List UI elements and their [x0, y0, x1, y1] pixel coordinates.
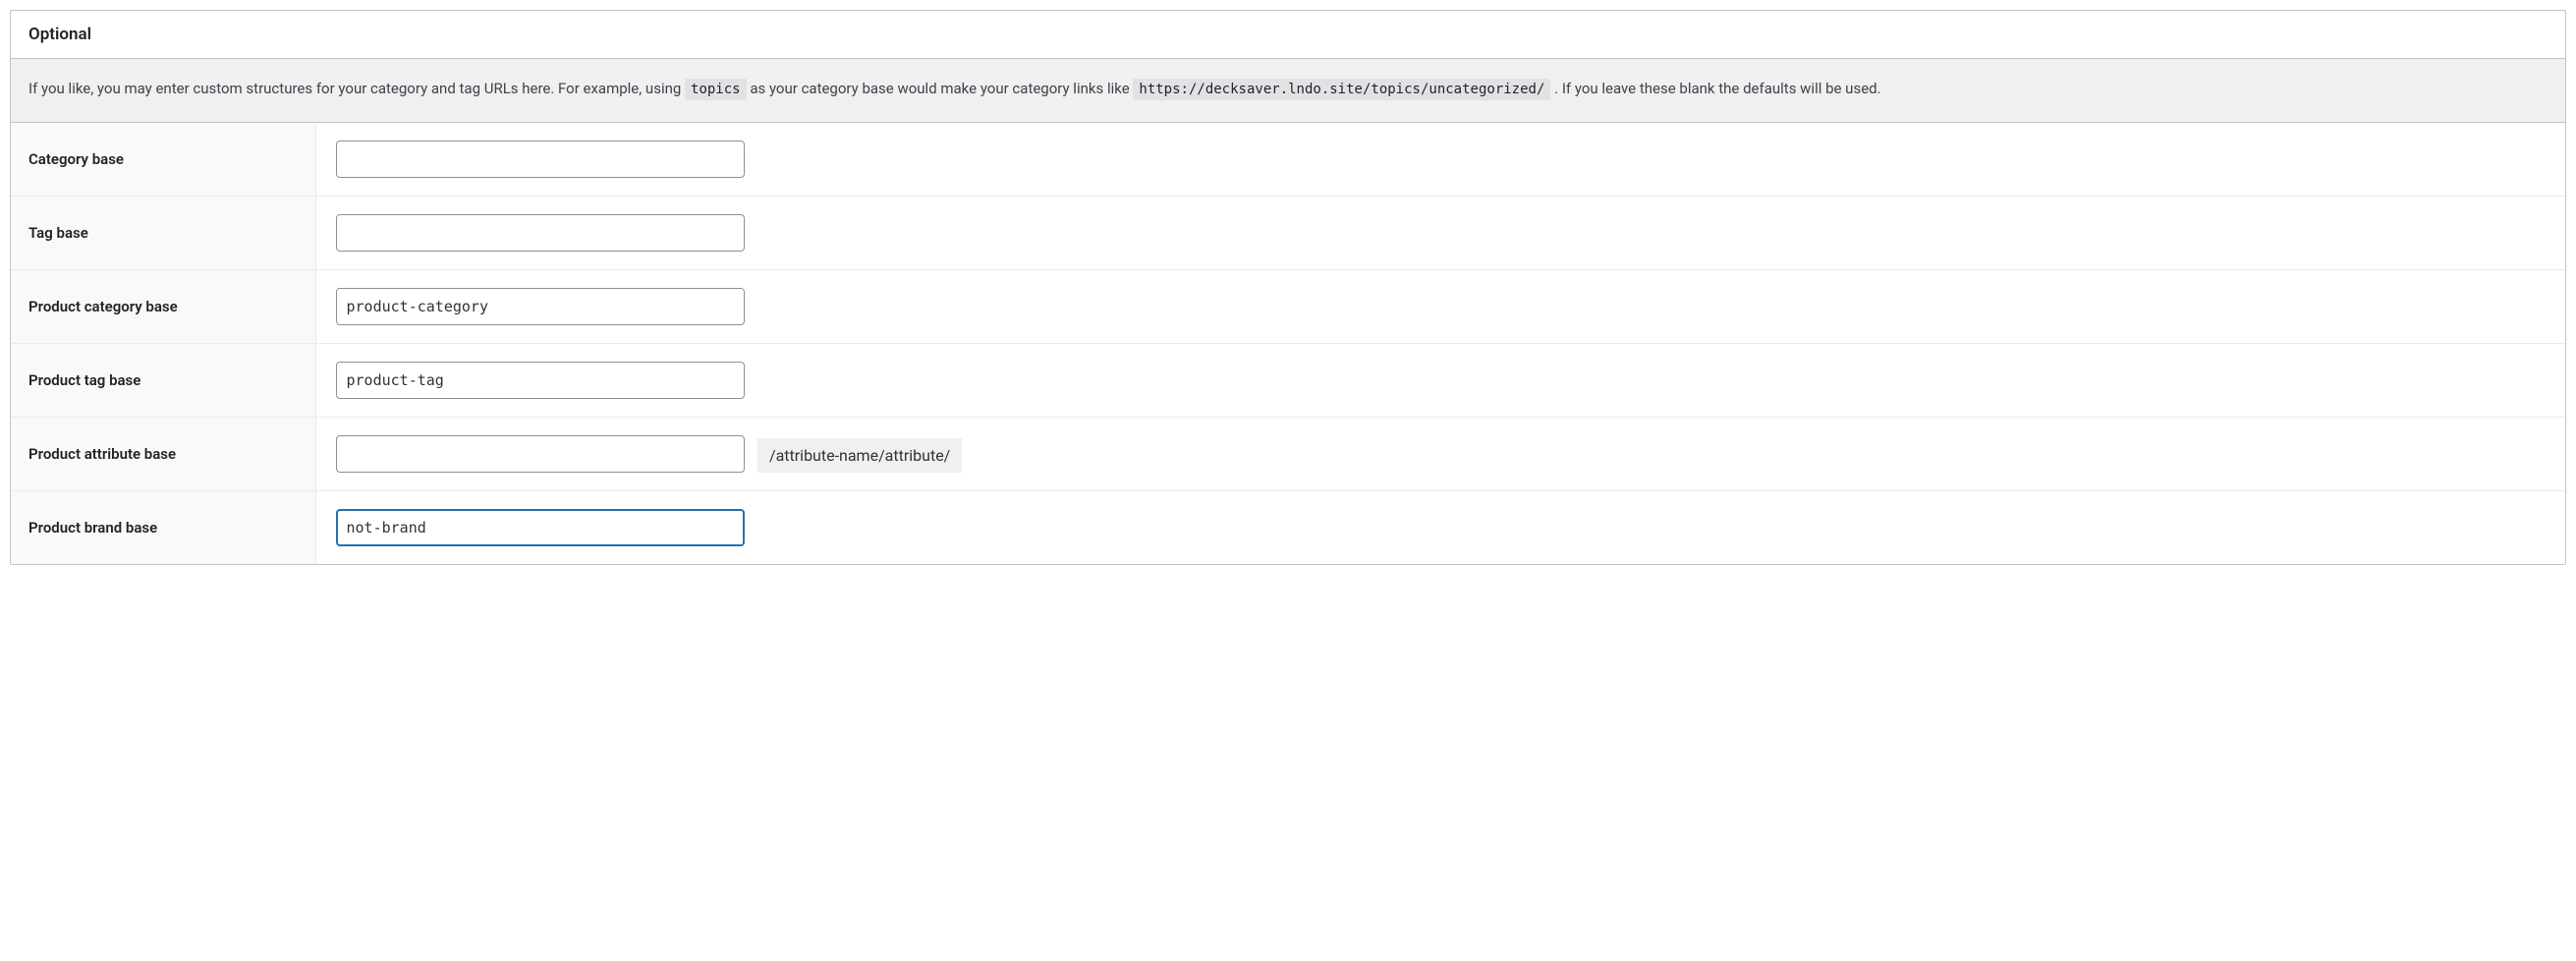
row-product-category-base: Product category base	[11, 269, 2565, 343]
input-product-category-base[interactable]	[336, 288, 745, 325]
label-product-tag-base: Product tag base	[11, 343, 315, 417]
attribute-suffix-hint: /attribute-name/attribute/	[757, 438, 962, 473]
label-product-attribute-base: Product attribute base	[11, 417, 315, 490]
desc-mid: as your category base would make your ca…	[750, 80, 1133, 97]
input-category-base[interactable]	[336, 141, 745, 178]
box-header: Optional	[11, 11, 2565, 59]
desc-pre: If you like, you may enter custom struct…	[28, 80, 685, 97]
label-product-brand-base: Product brand base	[11, 490, 315, 564]
label-product-category-base: Product category base	[11, 269, 315, 343]
row-product-tag-base: Product tag base	[11, 343, 2565, 417]
input-product-tag-base[interactable]	[336, 362, 745, 399]
desc-post: . If you leave these blank the defaults …	[1554, 80, 1880, 97]
desc-code-url: https://decksaver.lndo.site/topics/uncat…	[1133, 79, 1550, 100]
input-product-attribute-base[interactable]	[336, 435, 745, 473]
desc-code-topics: topics	[685, 79, 747, 100]
row-product-attribute-base: Product attribute base /attribute-name/a…	[11, 417, 2565, 490]
label-category-base: Category base	[11, 123, 315, 197]
input-tag-base[interactable]	[336, 214, 745, 252]
box-description: If you like, you may enter custom struct…	[11, 59, 2565, 123]
settings-form-table: Category base Tag base Product category …	[11, 123, 2565, 564]
box-title: Optional	[28, 25, 2548, 44]
row-product-brand-base: Product brand base	[11, 490, 2565, 564]
optional-settings-box: Optional If you like, you may enter cust…	[10, 10, 2566, 565]
row-tag-base: Tag base	[11, 196, 2565, 269]
input-product-brand-base[interactable]	[336, 509, 745, 546]
label-tag-base: Tag base	[11, 196, 315, 269]
row-category-base: Category base	[11, 123, 2565, 197]
